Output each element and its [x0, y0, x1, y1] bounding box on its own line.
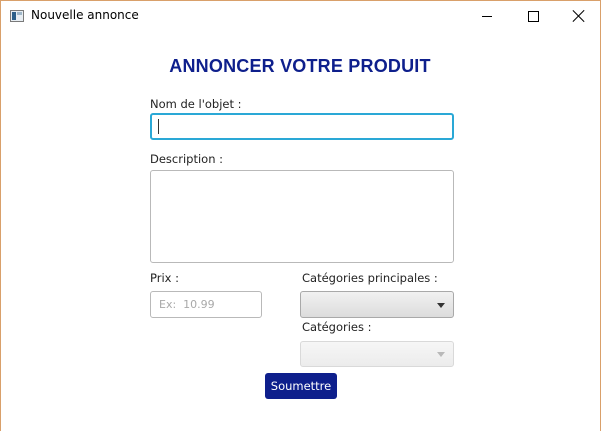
page-title: ANNONCER VOTRE PRODUIT — [169, 56, 431, 76]
categories-select[interactable] — [300, 341, 454, 367]
maximize-button[interactable] — [510, 1, 556, 31]
close-button[interactable] — [556, 1, 602, 31]
minimize-button[interactable] — [464, 1, 510, 31]
submit-button[interactable]: Soumettre — [265, 373, 337, 399]
window-title: Nouvelle annonce — [31, 8, 139, 22]
description-textarea[interactable] — [150, 170, 454, 263]
text-caret — [158, 119, 159, 134]
maximize-icon — [527, 10, 539, 22]
name-input[interactable] — [150, 113, 454, 140]
price-label: Prix : — [150, 271, 179, 285]
description-label: Description : — [150, 152, 224, 166]
minimize-icon — [482, 15, 492, 17]
chevron-down-icon — [437, 302, 445, 308]
title-bar[interactable]: Nouvelle annonce — [1, 1, 600, 31]
chevron-down-icon — [437, 352, 445, 357]
categories-label: Catégories : — [302, 320, 372, 334]
app-window: Nouvelle annonce ANNONCER VOTRE PRODUIT … — [0, 0, 601, 431]
name-label: Nom de l'objet : — [150, 97, 242, 111]
window-app-icon — [10, 10, 24, 22]
main-categories-select[interactable] — [300, 291, 454, 318]
close-icon — [573, 10, 585, 22]
main-categories-label: Catégories principales : — [302, 271, 438, 285]
price-input[interactable] — [150, 291, 262, 318]
